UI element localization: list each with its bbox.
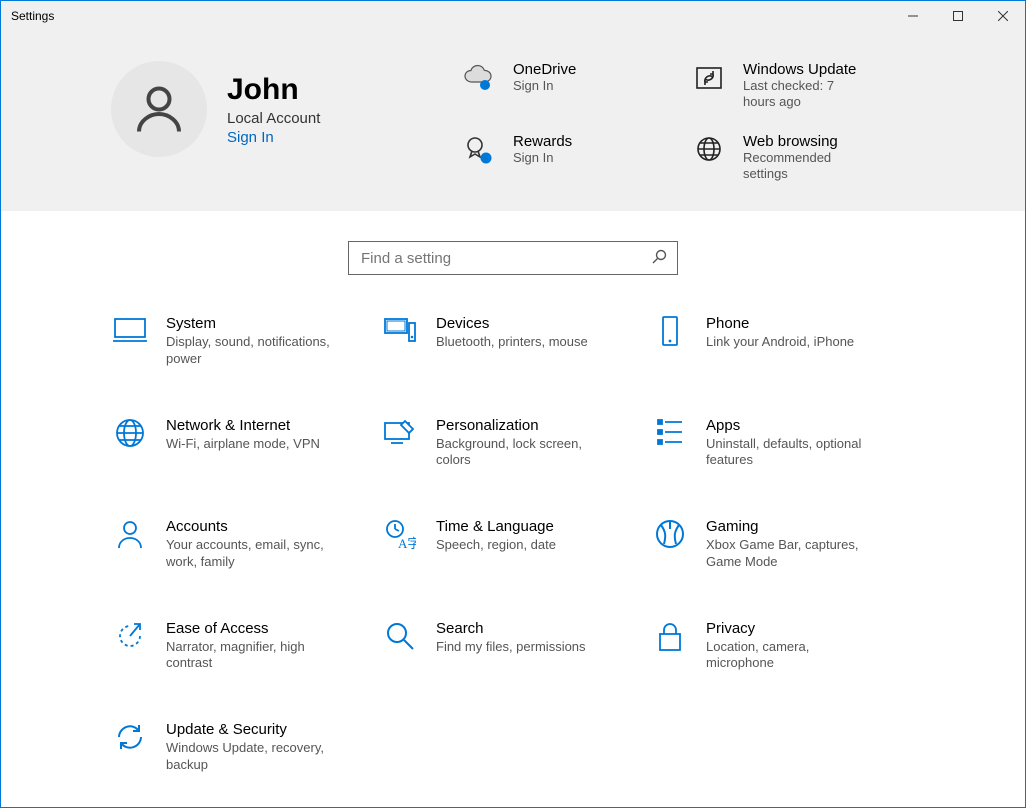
category-desc: Location, camera, microphone [706, 639, 876, 672]
category-desc: Wi-Fi, airplane mode, VPN [166, 436, 320, 452]
profile-signin-link[interactable]: Sign In [227, 129, 320, 146]
tile-title: OneDrive [513, 61, 576, 78]
privacy-icon [648, 620, 692, 654]
minimize-button[interactable] [890, 1, 935, 31]
tile-sub: Last checked: 7 hours ago [743, 78, 863, 109]
category-desc: Narrator, magnifier, high contrast [166, 639, 336, 672]
category-desc: Uninstall, defaults, optional features [706, 436, 876, 469]
onedrive-icon [461, 63, 497, 91]
header: John Local Account Sign In OneDrive Sign… [1, 31, 1025, 211]
category-desc: Link your Android, iPhone [706, 334, 854, 350]
category-title: Accounts [166, 518, 336, 535]
category-desc: Find my files, permissions [436, 639, 586, 655]
phone-icon [648, 315, 692, 349]
rewards-icon [461, 135, 497, 165]
maximize-button[interactable] [935, 1, 980, 31]
category-personalization[interactable]: Personalization Background, lock screen, … [378, 417, 648, 469]
profile-section[interactable]: John Local Account Sign In [111, 61, 461, 157]
account-type: Local Account [227, 110, 320, 127]
category-title: Personalization [436, 417, 606, 434]
svg-text:A字: A字 [398, 536, 416, 550]
category-desc: Xbox Game Bar, captures, Game Mode [706, 537, 876, 570]
category-time[interactable]: A字 Time & Language Speech, region, date [378, 518, 648, 570]
category-desc: Display, sound, notifications, power [166, 334, 336, 367]
window-controls [890, 1, 1025, 31]
category-desc: Speech, region, date [436, 537, 556, 553]
tile-title: Windows Update [743, 61, 863, 78]
category-desc: Background, lock screen, colors [436, 436, 606, 469]
windows-update-icon [691, 63, 727, 93]
profile-info: John Local Account Sign In [227, 73, 320, 146]
category-title: Search [436, 620, 586, 637]
category-desc: Bluetooth, printers, mouse [436, 334, 588, 350]
tile-windows-update[interactable]: Windows Update Last checked: 7 hours ago [691, 61, 911, 109]
category-title: Privacy [706, 620, 876, 637]
categories-grid: System Display, sound, notifications, pow… [1, 305, 1025, 807]
category-search[interactable]: Search Find my files, permissions [378, 620, 648, 672]
tile-sub: Sign In [513, 78, 576, 94]
network-icon [108, 417, 152, 449]
globe-icon [691, 135, 727, 163]
update-security-icon [108, 721, 152, 753]
search-wrap [1, 211, 1025, 305]
tile-onedrive[interactable]: OneDrive Sign In [461, 61, 681, 109]
category-title: Time & Language [436, 518, 556, 535]
settings-window: Settings John Local Account [0, 0, 1026, 808]
search-box[interactable] [348, 241, 678, 275]
tile-sub: Sign In [513, 150, 572, 166]
devices-icon [378, 315, 422, 345]
system-icon [108, 315, 152, 345]
category-system[interactable]: System Display, sound, notifications, pow… [108, 315, 378, 367]
category-phone[interactable]: Phone Link your Android, iPhone [648, 315, 918, 367]
category-network[interactable]: Network & Internet Wi-Fi, airplane mode, … [108, 417, 378, 469]
category-accounts[interactable]: Accounts Your accounts, email, sync, work… [108, 518, 378, 570]
category-title: Devices [436, 315, 588, 332]
tile-title: Web browsing [743, 133, 863, 150]
category-title: System [166, 315, 336, 332]
category-title: Phone [706, 315, 854, 332]
status-tiles: OneDrive Sign In Windows Update [461, 61, 911, 181]
category-privacy[interactable]: Privacy Location, camera, microphone [648, 620, 918, 672]
titlebar: Settings [1, 1, 1025, 31]
category-desc: Windows Update, recovery, backup [166, 740, 336, 773]
close-button[interactable] [980, 1, 1025, 31]
profile-name: John [227, 73, 320, 106]
search-category-icon [378, 620, 422, 652]
search-icon [651, 249, 667, 268]
apps-icon [648, 417, 692, 447]
tile-web-browsing[interactable]: Web browsing Recommended settings [691, 133, 911, 181]
personalization-icon [378, 417, 422, 447]
accounts-icon [108, 518, 152, 550]
time-language-icon: A字 [378, 518, 422, 550]
category-gaming[interactable]: Gaming Xbox Game Bar, captures, Game Mode [648, 518, 918, 570]
ease-of-access-icon [108, 620, 152, 652]
content: System Display, sound, notifications, pow… [1, 211, 1025, 807]
category-title: Gaming [706, 518, 876, 535]
category-title: Update & Security [166, 721, 336, 738]
search-input[interactable] [359, 249, 651, 268]
category-apps[interactable]: Apps Uninstall, defaults, optional featur… [648, 417, 918, 469]
category-title: Ease of Access [166, 620, 336, 637]
window-title: Settings [11, 9, 54, 23]
category-devices[interactable]: Devices Bluetooth, printers, mouse [378, 315, 648, 367]
category-title: Apps [706, 417, 876, 434]
tile-rewards[interactable]: Rewards Sign In [461, 133, 681, 181]
gaming-icon [648, 518, 692, 550]
category-title: Network & Internet [166, 417, 320, 434]
category-desc: Your accounts, email, sync, work, family [166, 537, 336, 570]
avatar [111, 61, 207, 157]
tile-title: Rewards [513, 133, 572, 150]
category-ease-of-access[interactable]: Ease of Access Narrator, magnifier, high … [108, 620, 378, 672]
category-update-security[interactable]: Update & Security Windows Update, recover… [108, 721, 378, 773]
tile-sub: Recommended settings [743, 150, 863, 181]
